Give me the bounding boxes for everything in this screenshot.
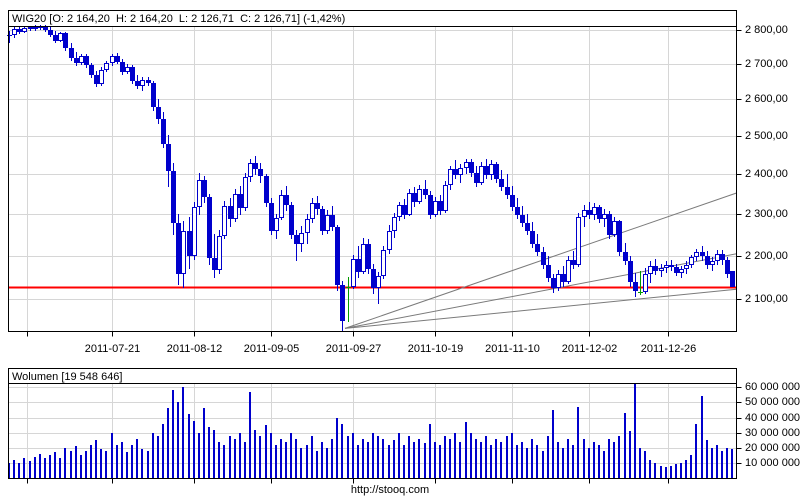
footer-link[interactable]: http://stooq.com xyxy=(0,484,780,496)
chart-canvas xyxy=(7,10,742,484)
volume-panel-title: Wolumen [19 548 646] xyxy=(12,371,123,383)
stooq-chart-page: 2 800,00 2 700,00 2 600,00 2 500,00 2 400,00… xyxy=(0,0,800,500)
price-chart-title: WIG20 [O: 2 164,20 H: 2 164,20 L: 2 126,… xyxy=(12,13,346,25)
